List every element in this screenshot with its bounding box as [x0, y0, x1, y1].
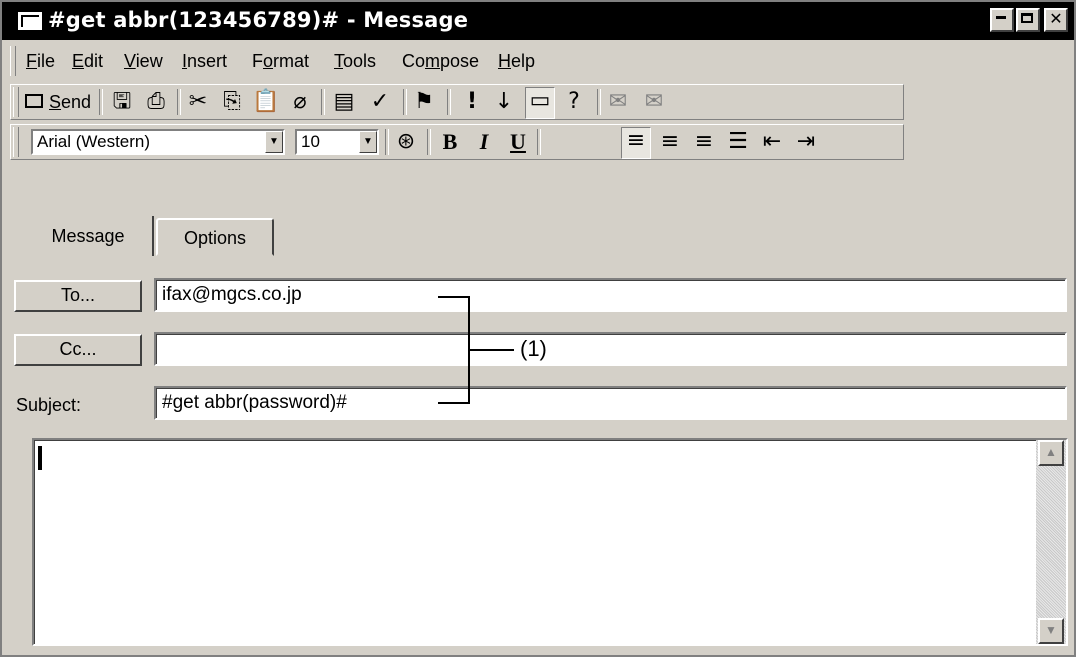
menu-compose[interactable]: Compose — [402, 51, 479, 72]
font-name-value: Arial (Western) — [37, 132, 151, 151]
tab-message[interactable]: Message — [24, 218, 152, 256]
font-size-value: 10 — [301, 132, 320, 151]
options-icon[interactable]: ▭ — [525, 87, 555, 119]
separator — [99, 89, 103, 115]
menu-grip[interactable] — [10, 46, 16, 76]
align-center-icon[interactable]: ≡ — [655, 129, 685, 155]
check-names-icon[interactable]: ✓ — [365, 89, 395, 115]
italic-button[interactable]: I — [469, 129, 499, 155]
bold-button[interactable]: B — [435, 129, 465, 155]
message-body[interactable]: ▲ ▼ — [32, 438, 1068, 646]
font-name-select[interactable]: Arial (Western) ▼ — [31, 129, 285, 155]
separator — [385, 129, 389, 155]
subject-label: Subject: — [16, 395, 82, 415]
envelope-icon — [18, 12, 42, 30]
close-button[interactable]: ✕ — [1044, 8, 1068, 32]
scroll-down-icon[interactable]: ▼ — [1038, 618, 1064, 644]
bullets-icon[interactable]: ☰ — [723, 129, 753, 155]
separator — [597, 89, 601, 115]
send-button[interactable]: Send — [49, 92, 91, 113]
save-icon[interactable]: 🖫 — [107, 89, 137, 115]
low-importance-icon[interactable]: ↓ — [489, 89, 519, 115]
subject-field[interactable]: #get abbr(password)# — [154, 386, 1067, 420]
tab-divider — [150, 216, 154, 256]
window-title: #get abbr(123456789)# - Message — [48, 8, 469, 32]
separator — [427, 129, 431, 155]
help-icon[interactable]: ? — [559, 89, 589, 115]
menu-format[interactable]: Format — [252, 51, 309, 72]
dropdown-arrow-icon[interactable]: ▼ — [265, 131, 283, 153]
underline-button[interactable]: U — [503, 129, 533, 155]
standard-toolbar: Send 🖫 ⎙ ✂ ⎘ 📋 ⌀ ▤ ✓ ⚑ ! ↓ ▭ ? ✉ ✉ — [10, 84, 904, 120]
cc-field[interactable] — [154, 332, 1067, 366]
annotation-line — [438, 402, 470, 404]
menu-insert[interactable]: Insert — [182, 51, 227, 72]
align-left-icon[interactable]: ≡ — [621, 127, 651, 159]
menu-bar: File Edit View Insert Format Tools Compo… — [2, 42, 1074, 80]
minimize-button[interactable] — [990, 8, 1014, 32]
scroll-up-icon[interactable]: ▲ — [1038, 440, 1064, 466]
encrypt-icon[interactable]: ✉ — [639, 89, 669, 115]
maximize-button[interactable] — [1016, 8, 1040, 32]
separator — [403, 89, 407, 115]
decrease-indent-icon[interactable]: ⇤ — [757, 129, 787, 155]
font-size-select[interactable]: 10 ▼ — [295, 129, 379, 155]
toolbar-grip[interactable] — [13, 87, 19, 117]
to-button[interactable]: To... — [14, 280, 142, 312]
address-book-icon[interactable]: ▤ — [329, 89, 359, 115]
flag-icon[interactable]: ⚑ — [409, 89, 439, 115]
message-window: #get abbr(123456789)# - Message ✕ File E… — [0, 0, 1076, 657]
menu-file[interactable]: File — [26, 51, 55, 72]
cc-button[interactable]: Cc... — [14, 334, 142, 366]
separator — [177, 89, 181, 115]
text-cursor — [38, 446, 42, 470]
high-importance-icon[interactable]: ! — [457, 89, 487, 115]
increase-indent-icon[interactable]: ⇥ — [791, 129, 821, 155]
toolbar-grip[interactable] — [13, 127, 19, 157]
tab-options[interactable]: Options — [156, 218, 274, 256]
title-bar: #get abbr(123456789)# - Message ✕ — [2, 2, 1074, 40]
copy-icon[interactable]: ⎘ — [217, 89, 247, 115]
sign-icon[interactable]: ✉ — [603, 89, 633, 115]
annotation-line — [468, 349, 514, 351]
cut-icon[interactable]: ✂ — [183, 89, 213, 115]
print-icon[interactable]: ⎙ — [141, 89, 171, 115]
dropdown-arrow-icon[interactable]: ▼ — [359, 131, 377, 153]
send-icon — [25, 94, 43, 108]
menu-view[interactable]: View — [124, 51, 163, 72]
separator — [537, 129, 541, 155]
font-color-icon[interactable]: ⊛ — [391, 129, 421, 155]
separator — [447, 89, 451, 115]
vertical-scrollbar[interactable]: ▲ ▼ — [1036, 440, 1066, 644]
paste-icon[interactable]: 📋 — [251, 89, 281, 115]
menu-help[interactable]: Help — [498, 51, 535, 72]
formatting-toolbar: Arial (Western) ▼ 10 ▼ ⊛ B I U ≡ ≡ ≡ ☰ ⇤… — [10, 124, 904, 160]
align-right-icon[interactable]: ≡ — [689, 129, 719, 155]
to-field[interactable]: ifax@mgcs.co.jp — [154, 278, 1067, 312]
menu-tools[interactable]: Tools — [334, 51, 376, 72]
attach-icon[interactable]: ⌀ — [285, 89, 315, 115]
separator — [321, 89, 325, 115]
menu-edit[interactable]: Edit — [72, 51, 103, 72]
annotation-label: (1) — [520, 336, 547, 361]
annotation-line — [438, 296, 470, 298]
